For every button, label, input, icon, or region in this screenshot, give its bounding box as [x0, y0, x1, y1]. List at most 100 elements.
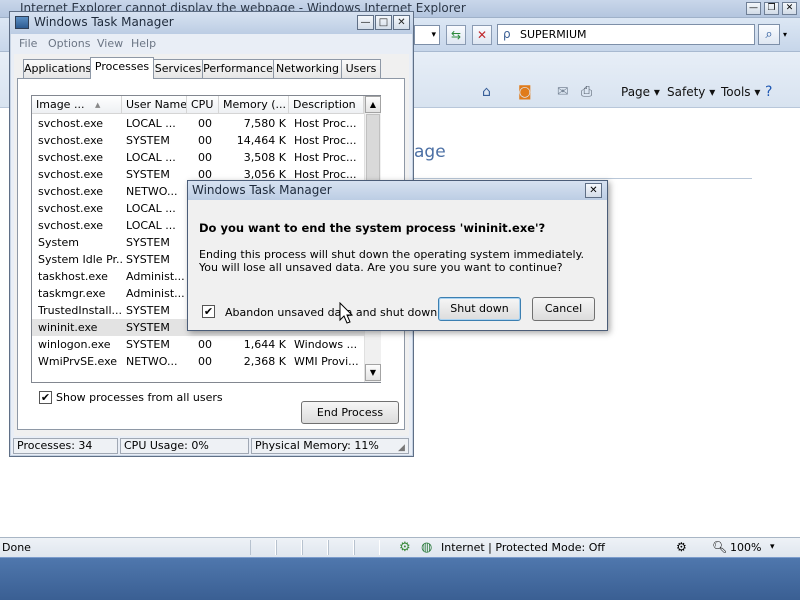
status-segment [328, 540, 354, 555]
status-processes: Processes: 34 [13, 438, 118, 454]
tab-users[interactable]: Users [341, 59, 381, 78]
table-row[interactable]: svchost.exe LOCAL ... 00 3,508 K Host Proc..… [32, 149, 364, 166]
tab-performance[interactable]: Performance [202, 59, 274, 78]
rss-feed-icon[interactable]: ◙ [518, 84, 532, 100]
table-cell: NETWO... [126, 185, 178, 198]
scroll-up-icon: ▲ [369, 100, 377, 109]
table-cell: Host Proc... [294, 117, 357, 130]
task-manager-title: Windows Task Manager [34, 15, 174, 29]
column-user-name[interactable]: User Name [122, 96, 187, 114]
taskbar [0, 557, 800, 600]
column-cpu[interactable]: CPU [187, 96, 219, 114]
print-icon[interactable]: ⎙ [581, 84, 592, 100]
table-cell: svchost.exe [38, 168, 104, 181]
table-cell: taskhost.exe [38, 270, 108, 283]
table-cell: svchost.exe [38, 151, 104, 164]
security-zone-text[interactable]: Internet | Protected Mode: Off [441, 541, 605, 554]
search-button[interactable]: ⌕ [758, 24, 780, 45]
table-cell: SYSTEM [126, 338, 170, 351]
zoom-dropdown-icon[interactable]: ▾ [770, 542, 775, 552]
menu-options[interactable]: Options [48, 37, 90, 50]
abandon-unsaved-label[interactable]: Abandon unsaved data and shut down. [225, 306, 441, 319]
help-icon[interactable]: ? [765, 84, 772, 100]
tm-close-button[interactable]: ✕ [393, 15, 410, 30]
menu-file[interactable]: File [19, 37, 37, 50]
table-row[interactable]: winlogon.exe SYSTEM 00 1,644 K Windows ... [32, 336, 364, 353]
table-cell: 00 [198, 338, 212, 351]
show-all-users-label[interactable]: Show processes from all users [56, 391, 223, 404]
table-cell: taskmgr.exe [38, 287, 106, 300]
show-all-users-checkbox[interactable]: ✔ [39, 391, 52, 404]
table-cell: LOCAL ... [126, 219, 176, 232]
tab-networking[interactable]: Networking [273, 59, 342, 78]
mouse-cursor-icon [339, 302, 354, 324]
page-menu[interactable]: Page ▾ [621, 85, 660, 99]
table-row[interactable]: svchost.exe SYSTEM 00 14,464 K Host Proc... [32, 132, 364, 149]
page-heading: age [414, 142, 446, 162]
zoom-level[interactable]: 100% [730, 541, 761, 554]
table-cell: Administ... [126, 270, 184, 283]
table-cell: wininit.exe [38, 321, 98, 334]
search-input[interactable]: ρ SUPERMIUM [497, 24, 755, 45]
dialog-close-button[interactable]: ✕ [585, 183, 602, 198]
table-row[interactable]: svchost.exe LOCAL ... 00 7,580 K Host Proc..… [32, 115, 364, 132]
end-process-button[interactable]: End Process [301, 401, 399, 424]
settings-icon[interactable]: ⚙ [676, 540, 687, 554]
column-memory[interactable]: Memory (... [219, 96, 289, 114]
end-process-dialog: Windows Task Manager ✕ Do you want to en… [187, 180, 608, 331]
table-cell: svchost.exe [38, 134, 104, 147]
safety-menu[interactable]: Safety ▾ [667, 85, 715, 99]
table-cell: SYSTEM [126, 134, 170, 147]
checkmark-icon: ✔ [40, 391, 51, 404]
column-description[interactable]: Description [289, 96, 364, 114]
table-cell: 3,508 K [243, 151, 286, 164]
table-cell: NETWO... [126, 355, 178, 368]
tab-services[interactable]: Services [153, 59, 203, 78]
close-icon: ✕ [589, 185, 598, 196]
ie-minimize-button[interactable]: — [746, 2, 761, 15]
refresh-button[interactable]: ⇆ [446, 25, 466, 45]
table-cell: SYSTEM [126, 321, 170, 334]
menu-view[interactable]: View [97, 37, 123, 50]
status-segment [276, 540, 302, 555]
tm-maximize-button[interactable]: □ [375, 15, 392, 30]
table-cell: 14,464 K [236, 134, 286, 147]
table-cell: SYSTEM [126, 304, 170, 317]
internet-zone-icon: ◍ [421, 540, 433, 555]
table-cell: SYSTEM [126, 253, 170, 266]
stop-icon: ✕ [476, 28, 488, 42]
tools-menu[interactable]: Tools ▾ [721, 85, 760, 99]
page-divider [410, 178, 752, 179]
ie-close-button[interactable]: ✕ [782, 2, 797, 15]
scroll-up-button[interactable]: ▲ [365, 96, 381, 113]
ie-restore-button[interactable]: ❐ [764, 2, 779, 15]
read-mail-icon[interactable]: ✉ [557, 84, 569, 100]
table-row[interactable]: WmiPrvSE.exe NETWO... 00 2,368 K WMI Provi..… [32, 353, 364, 370]
address-dropdown[interactable]: ▾ [414, 25, 440, 45]
menu-help[interactable]: Help [131, 37, 156, 50]
table-cell: 1,644 K [243, 338, 286, 351]
tm-minimize-button[interactable]: — [357, 15, 374, 30]
home-icon[interactable]: ⌂ [482, 84, 491, 100]
abandon-unsaved-checkbox[interactable]: ✔ [202, 305, 215, 318]
status-text: Done [2, 541, 31, 554]
table-cell: SYSTEM [126, 168, 170, 181]
tab-applications[interactable]: Applications [23, 59, 91, 78]
column-image-name[interactable]: Image ... ▲ [32, 96, 122, 114]
cancel-button[interactable]: Cancel [532, 297, 595, 321]
resize-grip-icon[interactable]: ◢ [398, 443, 405, 453]
zoom-icon[interactable]: 🔍︎ [712, 540, 727, 554]
task-manager-icon [15, 16, 29, 29]
popup-blocker-icon[interactable]: ⚙ [399, 540, 411, 555]
search-options-icon[interactable]: ▾ [783, 30, 787, 39]
tm-status-bar: Processes: 34 CPU Usage: 0% Physical Mem… [10, 436, 413, 456]
stop-button[interactable]: ✕ [472, 25, 492, 45]
tm-menubar: File Options View Help [10, 34, 413, 54]
table-cell: TrustedInstall... [38, 304, 122, 317]
shut-down-button[interactable]: Shut down [438, 297, 521, 321]
table-cell: Administ... [126, 287, 184, 300]
scroll-down-button[interactable]: ▼ [365, 364, 381, 381]
tab-processes[interactable]: Processes [90, 57, 154, 79]
status-physical-memory: Physical Memory: 11% [251, 438, 409, 454]
table-cell: WMI Provi... [294, 355, 359, 368]
